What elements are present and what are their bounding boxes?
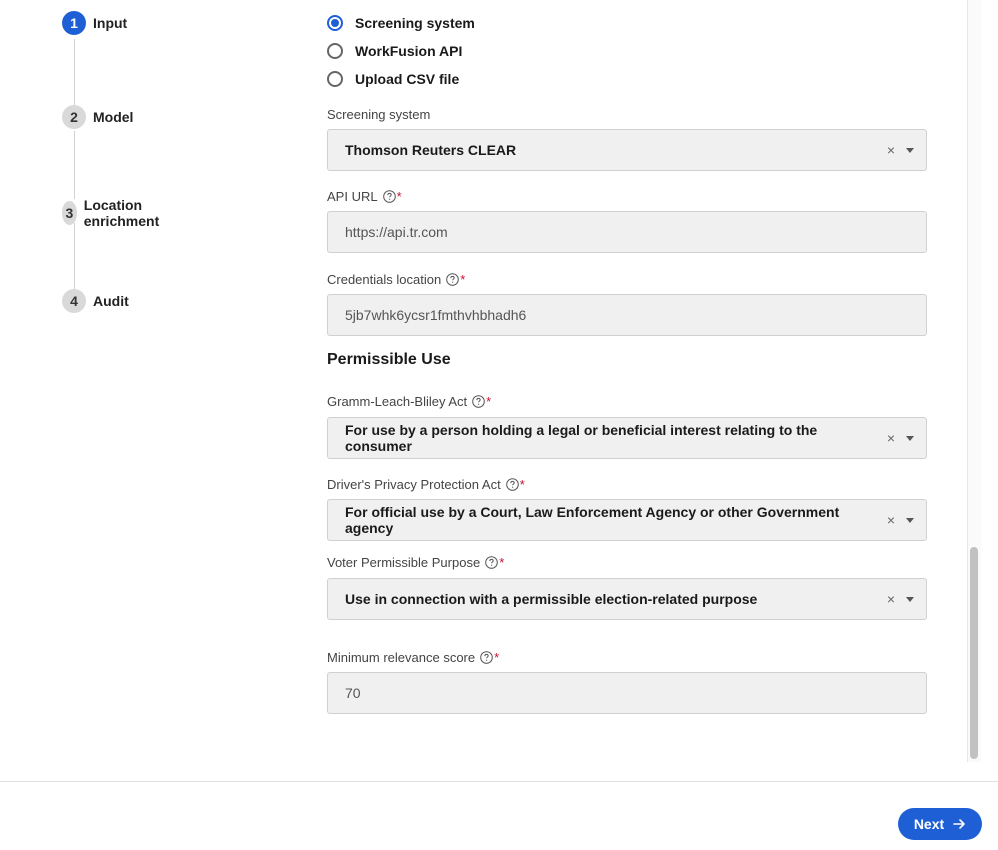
chevron-down-icon[interactable] <box>906 517 914 523</box>
scrollbar-thumb[interactable] <box>970 547 978 759</box>
help-icon[interactable] <box>485 556 498 569</box>
step-model[interactable]: 2 Model <box>62 105 133 129</box>
radio-button-checked[interactable] <box>327 15 343 31</box>
credentials-location-label: Credentials location * <box>327 272 465 287</box>
select-value: For use by a person holding a legal or b… <box>345 422 818 454</box>
select-value: Thomson Reuters CLEAR <box>345 142 517 158</box>
input-value: https://api.tr.com <box>345 224 448 240</box>
step-number: 3 <box>62 201 77 225</box>
api-url-label: API URL * <box>327 189 402 204</box>
clear-icon[interactable]: × <box>884 430 898 446</box>
label-text: Gramm-Leach-Bliley Act <box>327 394 468 409</box>
arrow-right-icon <box>953 818 966 830</box>
label-text: Driver's Privacy Protection Act <box>327 477 501 492</box>
radio-label: Upload CSV file <box>355 71 460 87</box>
required-asterisk: * <box>460 272 466 287</box>
help-icon[interactable] <box>480 651 493 664</box>
radio-label: Screening system <box>355 15 475 31</box>
min-relevance-input[interactable]: 70 <box>327 672 927 714</box>
chevron-down-icon[interactable] <box>906 147 914 153</box>
screening-system-label: Screening system <box>327 107 430 122</box>
label-text: Credentials location <box>327 272 442 287</box>
permissible-use-heading: Permissible Use <box>327 351 451 368</box>
select-value: Use in connection with a permissible ele… <box>345 591 758 607</box>
step-input[interactable]: 1 Input <box>62 11 127 35</box>
glba-select[interactable]: For use by a person holding a legal or b… <box>327 417 927 459</box>
help-icon[interactable] <box>472 395 485 408</box>
required-asterisk: * <box>396 189 402 204</box>
input-value: 5jb7whk6ycsr1fmthvhbhadh6 <box>345 307 527 323</box>
step-connector <box>74 39 75 107</box>
label-text: Screening system <box>327 107 431 122</box>
select-value: For official use by a Court, Law Enforce… <box>345 504 840 536</box>
step-location-enrichment[interactable]: 3 Location enrichment <box>62 197 168 229</box>
chevron-down-icon[interactable] <box>906 596 914 602</box>
step-number: 2 <box>62 105 86 129</box>
radio-button[interactable] <box>327 43 343 59</box>
clear-icon[interactable]: × <box>884 512 898 528</box>
required-asterisk: * <box>486 394 492 409</box>
footer-divider <box>0 781 998 782</box>
next-button-label: Next <box>913 816 945 832</box>
help-icon[interactable] <box>505 478 519 491</box>
radio-button[interactable] <box>327 71 343 87</box>
step-label: Model <box>93 109 134 125</box>
dppa-label: Driver's Privacy Protection Act * <box>327 477 525 492</box>
step-connector <box>74 131 75 199</box>
label-text: Voter Permissible Purpose <box>327 555 481 570</box>
step-label: Audit <box>93 293 129 309</box>
step-audit[interactable]: 4 Audit <box>62 289 129 313</box>
help-icon[interactable] <box>382 190 396 203</box>
required-asterisk: * <box>499 555 505 570</box>
api-url-input[interactable]: https://api.tr.com <box>327 211 927 253</box>
voter-purpose-label: Voter Permissible Purpose * <box>327 555 504 570</box>
label-text: Minimum relevance score <box>327 650 476 665</box>
help-icon[interactable] <box>446 273 459 286</box>
next-button[interactable]: Next <box>898 808 982 840</box>
glba-label: Gramm-Leach-Bliley Act * <box>327 394 491 409</box>
clear-icon[interactable]: × <box>884 142 898 158</box>
step-label: Input <box>93 15 128 31</box>
step-number: 4 <box>62 289 86 313</box>
step-label: Location enrichment <box>83 197 160 229</box>
radio-label: WorkFusion API <box>355 43 463 59</box>
input-value: 70 <box>345 685 361 701</box>
dppa-select[interactable]: For official use by a Court, Law Enforce… <box>327 499 927 541</box>
radio-screening-system[interactable]: Screening system <box>327 15 475 31</box>
step-number: 1 <box>62 11 86 35</box>
credentials-location-input[interactable]: 5jb7whk6ycsr1fmthvhbhadh6 <box>327 294 927 336</box>
required-asterisk: * <box>494 650 500 665</box>
screening-system-select[interactable]: Thomson Reuters CLEAR × <box>327 129 927 171</box>
label-text: API URL <box>327 189 378 204</box>
radio-upload-csv[interactable]: Upload CSV file <box>327 71 459 87</box>
step-connector <box>74 223 75 291</box>
voter-purpose-select[interactable]: Use in connection with a permissible ele… <box>327 578 927 620</box>
clear-icon[interactable]: × <box>884 591 898 607</box>
chevron-down-icon[interactable] <box>906 435 914 441</box>
min-relevance-label: Minimum relevance score * <box>327 650 499 665</box>
radio-workfusion-api[interactable]: WorkFusion API <box>327 43 462 59</box>
required-asterisk: * <box>519 477 525 492</box>
